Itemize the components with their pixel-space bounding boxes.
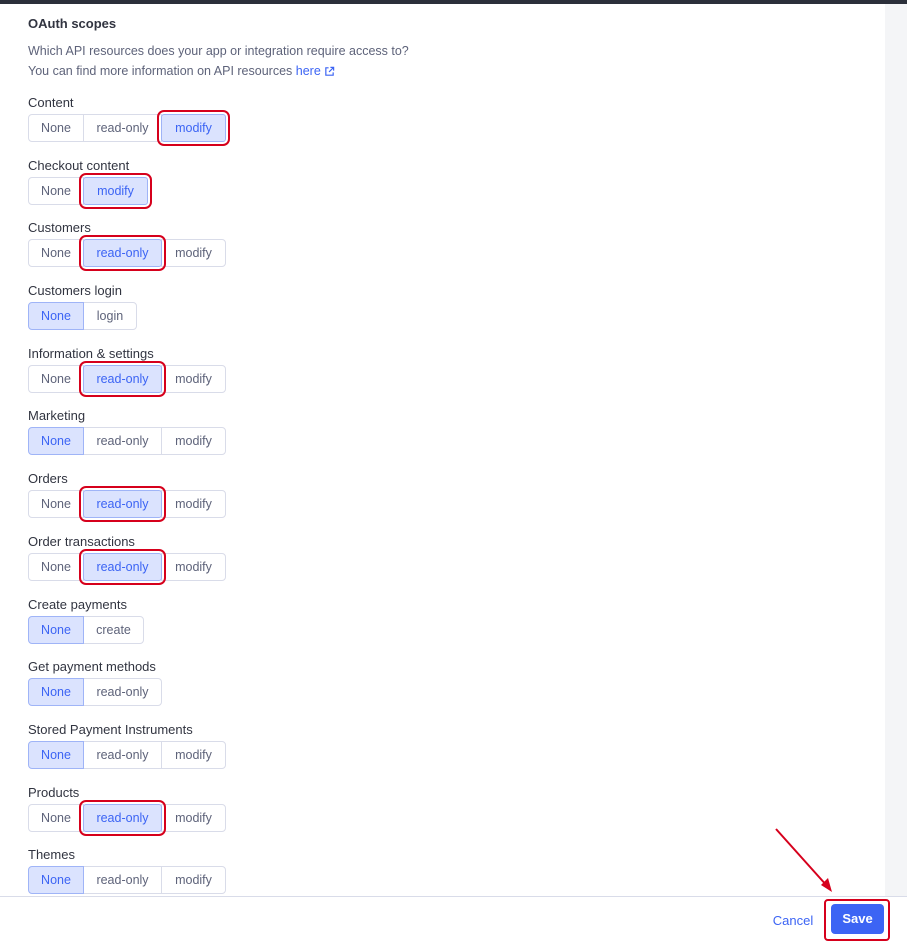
api-resources-link-text: here [295, 64, 321, 78]
scope-row: Orders None read-only modify [28, 470, 868, 533]
scope-option-none[interactable]: None [28, 678, 84, 707]
scope-row: Products None read-only modify [28, 784, 868, 847]
scope-row: Marketing None read-only modify [28, 407, 868, 470]
scope-segmented-control: None read-only modify [28, 486, 226, 523]
scope-row: Information & settings None read-only modif… [28, 345, 868, 408]
scope-option-none[interactable]: None [28, 615, 84, 644]
save-button[interactable]: Save [831, 904, 884, 934]
scope-row: Customers None read-only modify [28, 219, 868, 282]
scope-option-none[interactable]: None [28, 114, 84, 142]
scope-segmented-control: None read-only modify [28, 235, 226, 272]
scope-option-modify[interactable]: modify [161, 552, 226, 581]
description-line-2-text: You can find more information on API res… [28, 64, 296, 78]
scope-option-read-only[interactable]: read-only [79, 486, 166, 523]
scope-option-none[interactable]: None [28, 552, 84, 581]
scope-option-none[interactable]: None [28, 302, 84, 331]
scope-option-modify[interactable]: modify [161, 364, 226, 393]
scope-label: Content [28, 95, 74, 110]
scope-option-none[interactable]: None [28, 803, 84, 832]
scope-option-modify[interactable]: modify [161, 803, 226, 832]
scope-option-read-only[interactable]: read-only [79, 235, 166, 272]
scope-label: Customers [28, 220, 91, 236]
section-title: OAuth scopes [28, 16, 117, 31]
scope-option-modify[interactable]: modify [161, 239, 226, 268]
scopes-panel: OAuth scopes Which API resources does yo… [0, 4, 885, 896]
scope-segmented-control: None read-only modify [28, 110, 230, 146]
scope-segmented-control: None read-only modify [28, 799, 226, 836]
scope-segmented-control: None read-only [28, 678, 162, 707]
scope-option-none[interactable]: None [28, 740, 84, 769]
scope-row: Get payment methods None read-only [28, 658, 868, 721]
scope-row: Themes None read-only modify [28, 846, 868, 896]
scope-row: Content None read-only modify [28, 94, 868, 157]
scope-label: Orders [28, 471, 68, 487]
footer-bar: Cancel Save [0, 896, 907, 946]
scope-segmented-control: None login [28, 302, 137, 331]
scope-label: Marketing [28, 408, 86, 424]
scope-option-none[interactable]: None [28, 490, 84, 519]
cancel-button[interactable]: Cancel [772, 911, 814, 931]
external-link-icon [324, 63, 335, 83]
scope-option-read-only[interactable]: read-only [83, 114, 162, 142]
scope-option-none[interactable]: None [28, 866, 84, 895]
scope-option-read-only[interactable]: read-only [83, 740, 162, 769]
scope-option-modify[interactable]: modify [79, 172, 152, 209]
scope-option-modify[interactable]: modify [161, 490, 226, 519]
scope-option-read-only[interactable]: read-only [79, 799, 166, 836]
scope-option-none[interactable]: None [28, 176, 84, 205]
scope-option-read-only[interactable]: read-only [83, 866, 162, 895]
scope-label: Create payments [28, 596, 127, 612]
scope-label: Order transactions [28, 533, 135, 549]
scope-option-modify[interactable]: modify [157, 110, 230, 146]
scope-label: Checkout content [28, 157, 130, 173]
scope-row: Stored Payment Instruments None read-only m… [28, 721, 868, 784]
scopes-content: OAuth scopes Which API resources does yo… [28, 16, 868, 896]
scope-option-read-only[interactable]: read-only [83, 427, 162, 456]
scope-segmented-control: None create [28, 615, 144, 644]
scope-option-login[interactable]: login [83, 302, 137, 331]
api-resources-link[interactable]: here [296, 64, 335, 78]
description-line-1: Which API resources does your app or int… [28, 44, 409, 58]
scope-segmented-control: None read-only modify [28, 740, 226, 769]
scope-row: Customers login None login [28, 282, 868, 345]
scope-segmented-control: None modify [28, 172, 152, 209]
scope-label: Stored Payment Instruments [28, 721, 193, 737]
scopes-list: Content None read-only modify Checkout conte… [28, 94, 868, 896]
scope-option-read-only[interactable]: read-only [83, 678, 162, 707]
scope-segmented-control: None read-only modify [28, 866, 226, 895]
scope-option-none[interactable]: None [28, 427, 84, 456]
scope-label: Get payment methods [28, 659, 156, 675]
scope-option-read-only[interactable]: read-only [79, 360, 166, 397]
scope-segmented-control: None read-only modify [28, 360, 226, 397]
scope-label: Information & settings [28, 345, 154, 361]
scope-option-none[interactable]: None [28, 364, 84, 393]
scope-option-modify[interactable]: modify [161, 740, 226, 769]
annotation-arrow [775, 828, 832, 892]
scope-label: Customers login [28, 283, 122, 299]
scope-row: Create payments None create [28, 596, 868, 659]
scope-row: Checkout content None modify [28, 157, 868, 220]
scope-row: Order transactions None read-only modify [28, 533, 868, 596]
scope-label: Themes [28, 847, 75, 863]
scope-option-modify[interactable]: modify [161, 866, 226, 895]
section-description: Which API resources does your app or int… [28, 41, 868, 83]
scope-segmented-control: None read-only modify [28, 427, 226, 456]
scope-label: Products [28, 784, 80, 800]
scope-option-none[interactable]: None [28, 239, 84, 268]
scope-option-create[interactable]: create [83, 615, 144, 644]
scope-segmented-control: None read-only modify [28, 548, 226, 585]
scope-option-modify[interactable]: modify [161, 427, 226, 456]
scope-option-read-only[interactable]: read-only [79, 548, 166, 585]
description-line-2: You can find more information on API res… [28, 61, 868, 83]
